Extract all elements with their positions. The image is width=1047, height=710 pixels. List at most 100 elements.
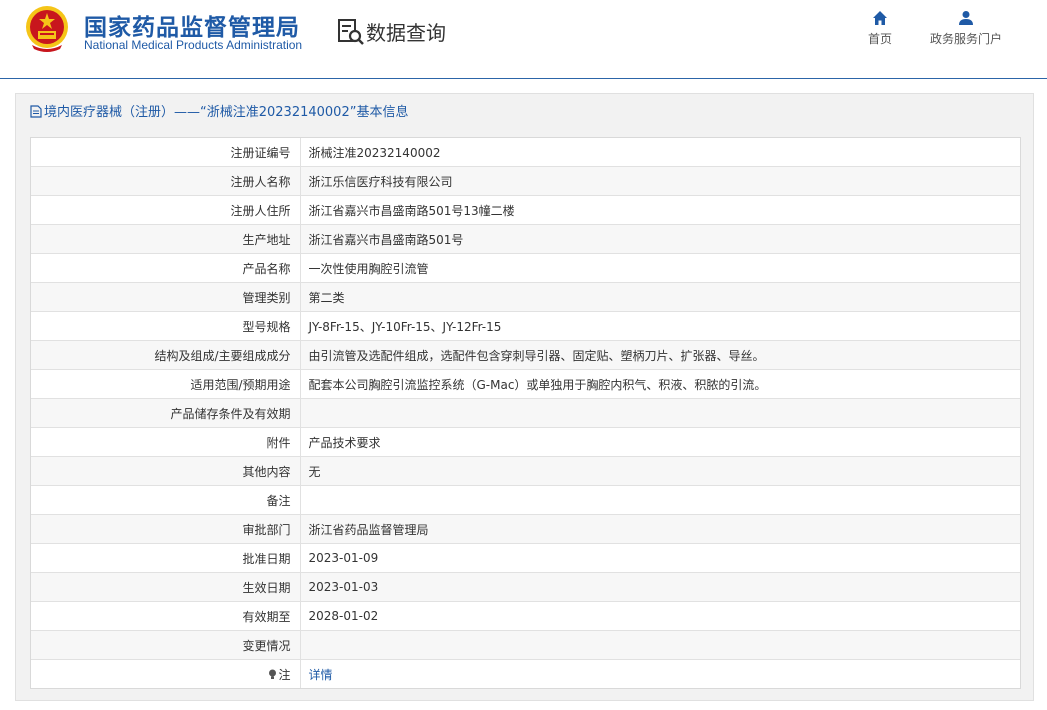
table-row: 管理类别 第二类 bbox=[31, 282, 1020, 312]
table-row: 产品储存条件及有效期 bbox=[31, 398, 1020, 428]
nav-home-label: 首页 bbox=[867, 32, 892, 46]
page-section-title: 数据查询 bbox=[366, 21, 446, 45]
table-row: 适用范围/预期用途 配套本公司胸腔引流监控系统（G-Mac）或单独用于胸腔内积气、… bbox=[31, 369, 1020, 399]
national-emblem-icon bbox=[26, 6, 68, 52]
field-value: 2023-01-09 bbox=[300, 543, 1020, 573]
field-label-text: 注册人名称 bbox=[230, 174, 291, 189]
data-query-icon bbox=[338, 19, 364, 45]
table-row: 结构及组成/主要组成成分 由引流管及选配件组成，选配件包含穿刺导引器、固定贴、塑柄… bbox=[31, 340, 1020, 370]
table-row: 变更情况 bbox=[31, 630, 1020, 660]
field-value-text: 第二类 bbox=[308, 290, 345, 305]
field-label: 审批部门 bbox=[31, 514, 301, 544]
field-label: 变更情况 bbox=[31, 630, 301, 660]
field-label-text: 变更情况 bbox=[242, 638, 291, 653]
field-value: 浙械注准20232140002 bbox=[300, 138, 1020, 167]
table-row: 型号规格 JY-8Fr-15、JY-10Fr-15、JY-12Fr-15 bbox=[31, 311, 1020, 341]
field-label: 产品储存条件及有效期 bbox=[31, 398, 301, 428]
field-value: 浙江乐信医疗科技有限公司 bbox=[300, 166, 1020, 196]
field-label: 注 bbox=[31, 659, 301, 688]
nav-home-link[interactable]: 首页 bbox=[862, 10, 898, 47]
field-label-text: 产品储存条件及有效期 bbox=[170, 406, 291, 421]
field-label: 注册人名称 bbox=[31, 166, 301, 196]
field-label: 附件 bbox=[31, 427, 301, 457]
field-value-text: 2028-01-02 bbox=[308, 609, 379, 623]
field-value-text: 无 bbox=[308, 464, 321, 479]
field-label: 备注 bbox=[31, 485, 301, 515]
field-value: 配套本公司胸腔引流监控系统（G-Mac）或单独用于胸腔内积气、积液、积脓的引流。 bbox=[300, 369, 1020, 399]
field-label: 产品名称 bbox=[31, 253, 301, 283]
field-value-text: 由引流管及选配件组成，选配件包含穿刺导引器、固定贴、塑柄刀片、扩张器、导丝。 bbox=[308, 348, 765, 363]
field-label: 生产地址 bbox=[31, 224, 301, 254]
panel-title: 境内医疗器械（注册）——“浙械注准20232140002”基本信息 bbox=[30, 101, 408, 120]
table-row: 生产地址 浙江省嘉兴市昌盛南路501号 bbox=[31, 224, 1020, 254]
nav-gov-label: 政务服务门户 bbox=[929, 32, 1002, 46]
panel-title-text: 境内医疗器械（注册）——“浙械注准20232140002”基本信息 bbox=[44, 105, 409, 120]
field-value: 一次性使用胸腔引流管 bbox=[300, 253, 1020, 283]
field-value-text: 2023-01-09 bbox=[308, 551, 379, 565]
field-label: 注册人住所 bbox=[31, 195, 301, 225]
field-label: 注册证编号 bbox=[31, 138, 301, 167]
field-value-text: 产品技术要求 bbox=[308, 435, 381, 450]
field-label: 适用范围/预期用途 bbox=[31, 369, 301, 399]
home-icon bbox=[873, 11, 887, 25]
field-value bbox=[300, 630, 1020, 660]
field-value: 浙江省嘉兴市昌盛南路501号13幢二楼 bbox=[300, 195, 1020, 225]
field-value: 2028-01-02 bbox=[300, 601, 1020, 631]
field-label-text: 注册证编号 bbox=[230, 145, 291, 160]
detail-panel: 境内医疗器械（注册）——“浙械注准20232140002”基本信息 注册证编号浙… bbox=[15, 93, 1034, 701]
document-icon bbox=[30, 105, 42, 118]
user-icon bbox=[959, 11, 973, 25]
field-value-text: 浙械注准20232140002 bbox=[308, 145, 441, 160]
table-row: 其他内容 无 bbox=[31, 456, 1020, 486]
field-label-text: 型号规格 bbox=[242, 319, 291, 334]
field-label: 型号规格 bbox=[31, 311, 301, 341]
detail-table: 注册证编号 浙械注准20232140002 注册人名称 浙江乐信医疗科技有限公司 注册人… bbox=[30, 137, 1021, 689]
field-label-text: 批准日期 bbox=[242, 551, 291, 566]
field-label: 管理类别 bbox=[31, 282, 301, 312]
field-value: 浙江省药品监督管理局 bbox=[300, 514, 1020, 544]
field-value: 2023-01-03 bbox=[300, 572, 1020, 602]
table-row: 注 详情 bbox=[31, 659, 1020, 689]
field-value: 由引流管及选配件组成，选配件包含穿刺导引器、固定贴、塑柄刀片、扩张器、导丝。 bbox=[300, 340, 1020, 370]
field-label: 批准日期 bbox=[31, 543, 301, 573]
table-row: 备注 bbox=[31, 485, 1020, 515]
field-label-text: 生效日期 bbox=[242, 580, 291, 595]
table-row: 生效日期 2023-01-03 bbox=[31, 572, 1020, 602]
field-value-text: 浙江省嘉兴市昌盛南路501号13幢二楼 bbox=[308, 203, 515, 218]
table-row: 注册证编号 浙械注准20232140002 bbox=[31, 138, 1020, 167]
field-value-text: 浙江省嘉兴市昌盛南路501号 bbox=[308, 232, 464, 247]
field-value: 浙江省嘉兴市昌盛南路501号 bbox=[300, 224, 1020, 254]
field-label-text: 注册人住所 bbox=[230, 203, 291, 218]
table-row: 有效期至 2028-01-02 bbox=[31, 601, 1020, 631]
field-label-text: 审批部门 bbox=[242, 522, 291, 537]
bulb-icon bbox=[268, 668, 278, 682]
field-label-text: 附件 bbox=[266, 435, 291, 450]
field-label: 有效期至 bbox=[31, 601, 301, 631]
field-value bbox=[300, 398, 1020, 428]
table-row: 注册人名称 浙江乐信医疗科技有限公司 bbox=[31, 166, 1020, 196]
field-value bbox=[300, 485, 1020, 515]
field-label-text: 注 bbox=[278, 667, 291, 682]
field-label-text: 产品名称 bbox=[242, 261, 291, 276]
nav-gov-service-link[interactable]: 政务服务门户 bbox=[925, 10, 1007, 47]
field-value-text: 浙江省药品监督管理局 bbox=[308, 522, 429, 537]
field-label-text: 结构及组成/主要组成成分 bbox=[154, 348, 291, 363]
detail-link[interactable]: 详情 bbox=[309, 668, 333, 682]
field-value-text: 浙江乐信医疗科技有限公司 bbox=[308, 174, 453, 189]
field-value-text: 2023-01-03 bbox=[308, 580, 379, 594]
field-label-text: 适用范围/预期用途 bbox=[190, 377, 291, 392]
field-value: JY-8Fr-15、JY-10Fr-15、JY-12Fr-15 bbox=[300, 311, 1020, 341]
field-label: 其他内容 bbox=[31, 456, 301, 486]
field-value: 第二类 bbox=[300, 282, 1020, 312]
table-row: 批准日期 2023-01-09 bbox=[31, 543, 1020, 573]
site-name-cn[interactable]: 国家药品监督管理局 bbox=[84, 8, 300, 42]
field-value: 详情 bbox=[300, 660, 1020, 689]
field-value-text: 一次性使用胸腔引流管 bbox=[308, 261, 429, 276]
field-value-text: 配套本公司胸腔引流监控系统（G-Mac）或单独用于胸腔内积气、积液、积脓的引流。 bbox=[308, 377, 767, 392]
field-label: 生效日期 bbox=[31, 572, 301, 602]
field-label-text: 管理类别 bbox=[242, 290, 291, 305]
field-label-text: 备注 bbox=[266, 493, 291, 508]
site-name-en[interactable]: National Medical Products Administration bbox=[84, 38, 302, 52]
field-value: 产品技术要求 bbox=[300, 427, 1020, 457]
table-row: 产品名称 一次性使用胸腔引流管 bbox=[31, 253, 1020, 283]
